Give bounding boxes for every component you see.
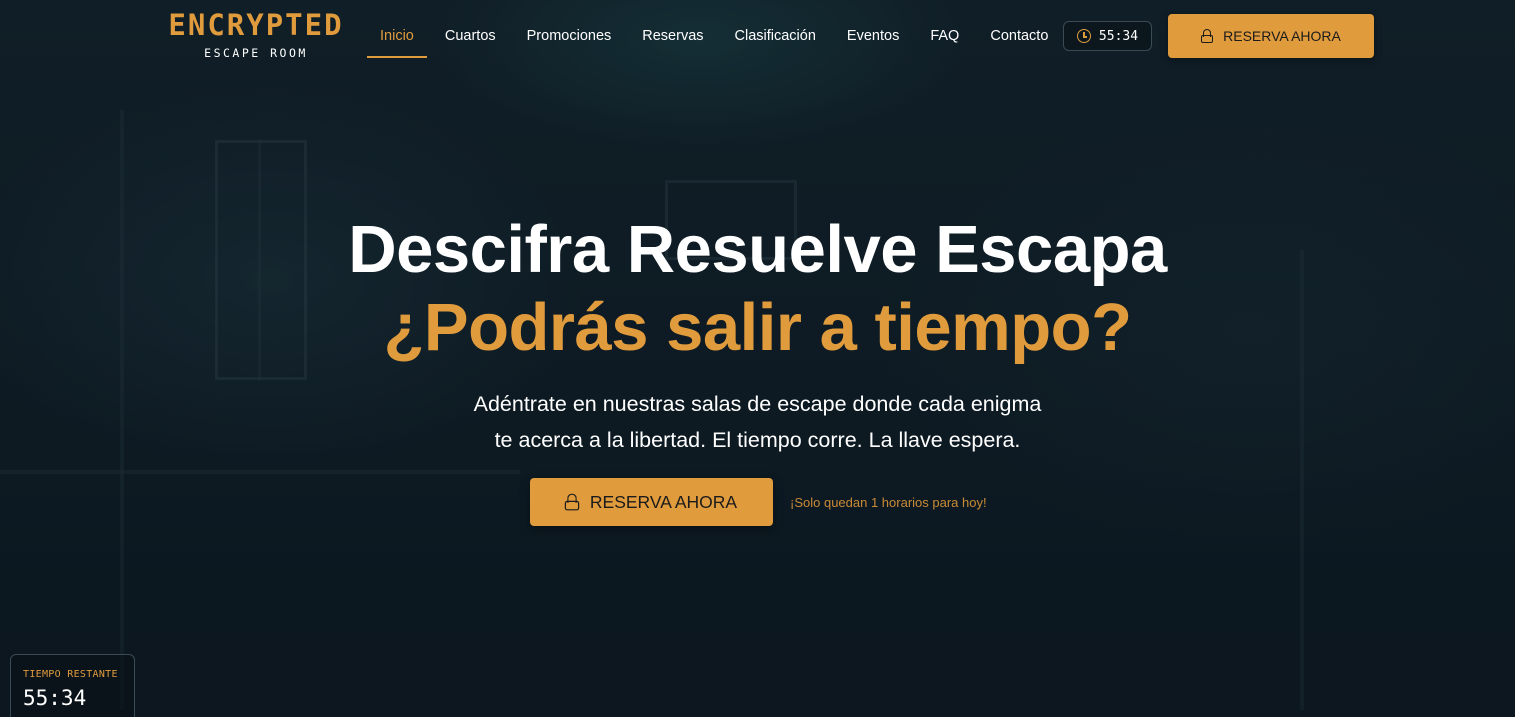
hero-title: Descifra Resuelve Escapa [348, 212, 1167, 287]
countdown-label: TIEMPO RESTANTE [23, 669, 118, 680]
hero-cta-row: RESERVA AHORA ¡Solo quedan 1 horarios pa… [530, 478, 987, 526]
site-header: ENCRYPTED ESCAPE ROOM Inicio Cuartos Pro… [0, 0, 1515, 72]
lock-icon [564, 493, 580, 511]
hero-reserve-label: RESERVA AHORA [589, 491, 738, 512]
hero-description-line: te acerca a la libertad. El tiempo corre… [494, 428, 1021, 452]
nav-item-reservas[interactable]: Reservas [629, 18, 716, 58]
hero-question: ¿Podrás salir a tiempo? [383, 290, 1132, 365]
nav-item-promociones[interactable]: Promociones [514, 18, 625, 58]
nav-item-faq[interactable]: FAQ [917, 18, 972, 58]
header-timer: 55:34 [1063, 21, 1152, 51]
main-nav: Inicio Cuartos Promociones Reservas Clas… [367, 18, 1066, 58]
header-reserve-button[interactable]: RESERVA AHORA [1168, 14, 1374, 58]
nav-item-contacto[interactable]: Contacto [977, 18, 1061, 58]
clock-icon [1076, 29, 1091, 43]
hero-description: Adéntrate en nuestras salas de escape do… [408, 386, 1108, 458]
nav-item-clasificacion[interactable]: Clasificación [722, 18, 829, 58]
nav-item-cuartos[interactable]: Cuartos [432, 18, 509, 58]
header-reserve-label: RESERVA AHORA [1223, 28, 1341, 44]
nav-item-inicio[interactable]: Inicio [367, 18, 427, 58]
brand-name: ENCRYPTED [168, 8, 344, 42]
availability-note: ¡Solo quedan 1 horarios para hoy! [790, 494, 987, 510]
hero-description-line: Adéntrate en nuestras salas de escape do… [473, 392, 1042, 416]
lock-icon [1201, 29, 1214, 43]
countdown-widget: TIEMPO RESTANTE 55:34 [10, 654, 135, 717]
nav-item-eventos[interactable]: Eventos [834, 18, 912, 58]
hero-reserve-button[interactable]: RESERVA AHORA [530, 478, 773, 526]
countdown-value: 55:34 [23, 686, 87, 710]
hero-section: Descifra Resuelve Escapa ¿Podrás salir a… [0, 210, 1515, 458]
brand-logo[interactable]: ENCRYPTED ESCAPE ROOM [158, 9, 354, 60]
brand-tagline: ESCAPE ROOM [204, 46, 308, 60]
header-timer-value: 55:34 [1098, 28, 1139, 44]
